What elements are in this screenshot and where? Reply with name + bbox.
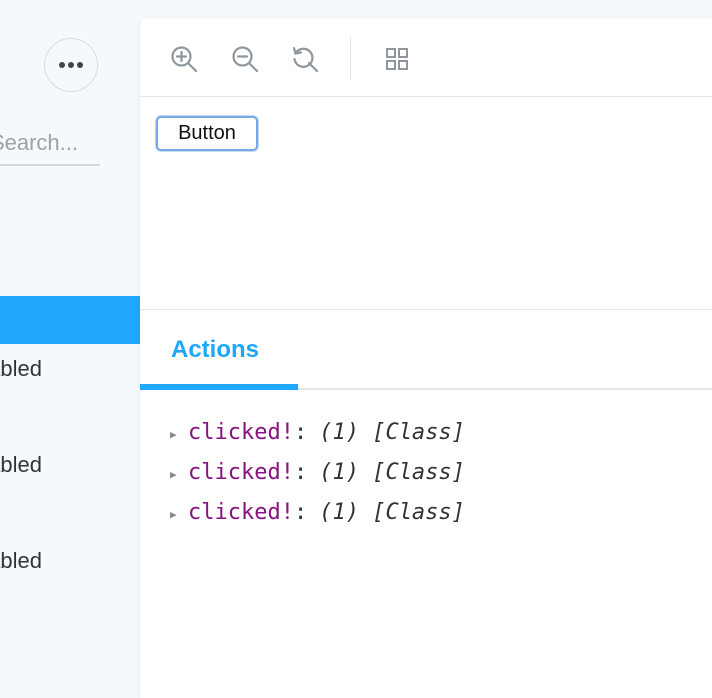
zoom-out-icon <box>232 46 259 73</box>
demo-button[interactable]: Button <box>156 116 258 151</box>
more-options-button[interactable] <box>44 38 98 92</box>
preview-panel: Button Actions ▶ clicked!: (1) [Class] ▶… <box>140 18 712 698</box>
log-entry[interactable]: ▶ clicked!: (1) [Class] <box>170 492 465 532</box>
sidebar-item-label: Enabled <box>0 356 42 381</box>
sidebar-item-enabled[interactable]: Enabled <box>0 346 140 394</box>
expand-triangle-icon[interactable]: ▶ <box>170 508 188 521</box>
zoom-out-button[interactable] <box>228 42 262 76</box>
ellipsis-icon <box>59 62 83 68</box>
toolbar-divider <box>350 36 351 80</box>
reset-zoom-button[interactable] <box>288 42 322 76</box>
tab-actions[interactable]: Actions <box>140 310 298 390</box>
log-entry[interactable]: ▶ clicked!: (1) [Class] <box>170 412 465 452</box>
log-entry-value: (1) [Class] <box>319 459 465 485</box>
toolbar <box>140 18 712 97</box>
log-entry-separator: : <box>293 419 308 445</box>
sidebar-item-label: Disabled <box>0 452 42 477</box>
log-entry-value: (1) [Class] <box>319 499 465 525</box>
grid-toggle-button[interactable] <box>380 42 414 76</box>
search-placeholder: Search... <box>0 130 78 155</box>
tab-actions-label: Actions <box>171 336 260 363</box>
log-entry-name: clicked! <box>188 499 294 525</box>
actions-log: ▶ clicked!: (1) [Class] ▶ clicked!: (1) … <box>170 412 465 532</box>
log-entry-separator: : <box>293 499 308 525</box>
sidebar-item-active[interactable] <box>0 296 140 344</box>
reset-zoom-icon <box>292 46 319 73</box>
sidebar-item-disabled[interactable]: Disabled <box>0 442 140 490</box>
sidebar: Search... Enabled Disabled Not disabled <box>0 0 140 680</box>
log-entry-separator: : <box>293 459 308 485</box>
expand-triangle-icon[interactable]: ▶ <box>170 468 188 481</box>
expand-triangle-icon[interactable]: ▶ <box>170 428 188 441</box>
sidebar-item-not-disabled[interactable]: Not disabled <box>0 538 140 586</box>
active-tab-indicator <box>140 384 298 390</box>
log-entry-name: clicked! <box>188 419 294 445</box>
story-preview: Button <box>140 97 712 310</box>
sidebar-item-label: Not disabled <box>0 548 42 573</box>
zoom-in-button[interactable] <box>167 42 201 76</box>
log-entry[interactable]: ▶ clicked!: (1) [Class] <box>170 452 465 492</box>
log-entry-value: (1) [Class] <box>319 419 465 445</box>
zoom-in-icon <box>171 46 198 73</box>
log-entry-name: clicked! <box>188 459 294 485</box>
grid-icon <box>386 48 408 70</box>
addons-tabbar: Actions <box>140 310 712 390</box>
search-input[interactable]: Search... <box>0 126 100 166</box>
